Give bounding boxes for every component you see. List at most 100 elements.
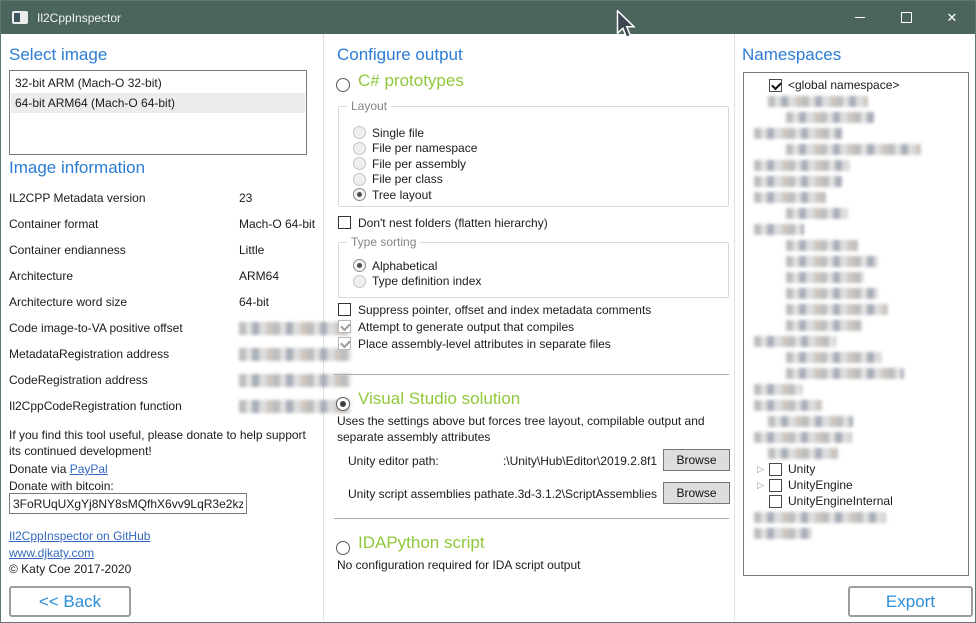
redacted-value (239, 400, 351, 413)
namespace-row[interactable] (744, 221, 968, 237)
namespace-row[interactable] (744, 189, 968, 205)
layout-option[interactable]: File per class (339, 172, 728, 188)
unity-script-browse-button[interactable]: Browse (663, 482, 730, 504)
csharp-prototypes-radio[interactable] (336, 78, 350, 92)
visual-studio-radio[interactable] (336, 397, 350, 411)
image-info-heading: Image information (9, 158, 145, 178)
namespace-label: UnityEngine (788, 478, 853, 492)
image-info-label: MetadataRegistration address (9, 347, 169, 361)
namespace-row[interactable]: UnityEngineInternal (744, 493, 968, 509)
layout-option[interactable]: File per namespace (339, 141, 728, 157)
checkbox[interactable] (338, 337, 351, 350)
namespace-row[interactable]: ▷Unity (744, 461, 968, 477)
namespace-tree[interactable]: <global namespace> ▷Unity▷ UnityEngineUnit… (743, 72, 969, 576)
namespace-row[interactable] (744, 333, 968, 349)
layout-option[interactable]: Tree layout (339, 187, 728, 203)
namespace-row[interactable] (744, 173, 968, 189)
layout-radio[interactable] (353, 157, 366, 170)
website-link[interactable]: www.djkaty.com (9, 545, 94, 561)
layout-radio[interactable] (353, 173, 366, 186)
configure-output-heading: Configure output (337, 45, 463, 65)
namespace-row[interactable] (744, 301, 968, 317)
app-icon (12, 11, 28, 24)
redacted-namespace (768, 448, 838, 459)
visual-studio-label[interactable]: Visual Studio solution (358, 389, 520, 409)
idapython-label[interactable]: IDAPython script (358, 533, 485, 553)
bitcoin-address-input[interactable] (9, 493, 247, 514)
layout-radio[interactable] (353, 126, 366, 139)
namespace-row[interactable] (744, 125, 968, 141)
donate-via-line: Donate via PayPal (9, 461, 108, 477)
namespace-row[interactable] (744, 269, 968, 285)
image-info-label: CodeRegistration address (9, 373, 148, 387)
namespace-row[interactable]: ▷ UnityEngine (744, 477, 968, 493)
layout-radio[interactable] (353, 188, 366, 201)
namespace-row[interactable] (744, 205, 968, 221)
unity-editor-browse-button[interactable]: Browse (663, 449, 730, 471)
type-sorting-option-label: Alphabetical (372, 259, 437, 273)
layout-groupbox: Layout Single fileFile per namespaceFile… (338, 106, 729, 207)
csharp-prototypes-label[interactable]: C# prototypes (358, 71, 464, 91)
namespace-row[interactable] (744, 381, 968, 397)
image-info-label: Container format (9, 217, 98, 231)
option-checkbox-row[interactable]: Attempt to generate output that compiles (338, 318, 651, 335)
image-list-item[interactable]: 64-bit ARM64 (Mach-O 64-bit) (11, 93, 305, 113)
namespace-row[interactable] (744, 253, 968, 269)
option-checkbox-row[interactable]: Suppress pointer, offset and index metad… (338, 301, 651, 318)
layout-radio[interactable] (353, 142, 366, 155)
maximize-button[interactable] (883, 1, 929, 34)
minimize-button[interactable] (837, 1, 883, 34)
image-list-item[interactable]: 32-bit ARM (Mach-O 32-bit) (11, 73, 305, 93)
redacted-namespace (786, 240, 858, 251)
namespace-checkbox[interactable] (769, 463, 782, 476)
close-icon: ✕ (947, 10, 958, 26)
unity-editor-path-label: Unity editor path: (348, 453, 439, 469)
image-listbox[interactable]: 32-bit ARM (Mach-O 32-bit)64-bit ARM64 (… (9, 70, 307, 155)
namespace-checkbox[interactable] (769, 479, 782, 492)
flatten-checkbox-row[interactable]: Don't nest folders (flatten hierarchy) (338, 214, 548, 231)
namespace-row[interactable] (744, 141, 968, 157)
namespace-row[interactable] (744, 157, 968, 173)
flatten-checkbox[interactable] (338, 216, 351, 229)
type-sorting-option[interactable]: Alphabetical (339, 258, 728, 274)
namespace-row[interactable] (744, 397, 968, 413)
image-info-value: 64-bit (239, 295, 269, 309)
expander-icon[interactable]: ▷ (757, 477, 769, 493)
namespace-row[interactable] (744, 349, 968, 365)
select-image-heading: Select image (9, 45, 107, 65)
namespace-row[interactable] (744, 285, 968, 301)
namespace-row[interactable] (744, 525, 968, 541)
namespace-row[interactable] (744, 365, 968, 381)
namespace-row[interactable] (744, 317, 968, 333)
export-button[interactable]: Export (848, 586, 973, 617)
namespace-row[interactable] (744, 445, 968, 461)
expander-icon[interactable]: ▷ (757, 461, 769, 477)
namespace-row[interactable] (744, 429, 968, 445)
type-sorting-radio[interactable] (353, 259, 366, 272)
type-sorting-option[interactable]: Type definition index (339, 274, 728, 290)
layout-option[interactable]: Single file (339, 125, 728, 141)
namespace-checkbox[interactable] (769, 79, 782, 92)
namespace-checkbox[interactable] (769, 495, 782, 508)
checkbox[interactable] (338, 303, 351, 316)
type-sorting-groupbox: Type sorting AlphabeticalType definition… (338, 242, 729, 298)
titlebar[interactable]: Il2CppInspector ✕ (1, 1, 975, 34)
back-button[interactable]: << Back (9, 586, 131, 617)
option-checkbox-row[interactable]: Place assembly-level attributes in separ… (338, 335, 651, 352)
namespace-row[interactable]: <global namespace> (744, 77, 968, 93)
namespace-row[interactable] (744, 509, 968, 525)
namespace-row[interactable] (744, 93, 968, 109)
type-sorting-radio[interactable] (353, 275, 366, 288)
idapython-radio[interactable] (336, 541, 350, 555)
checkbox-label: Attempt to generate output that compiles (358, 320, 574, 334)
namespace-row[interactable] (744, 413, 968, 429)
namespace-row[interactable] (744, 237, 968, 253)
flatten-checkbox-label: Don't nest folders (flatten hierarchy) (358, 216, 548, 230)
close-button[interactable]: ✕ (929, 1, 975, 34)
layout-option[interactable]: File per assembly (339, 156, 728, 172)
redacted-namespace (786, 368, 904, 379)
github-link[interactable]: Il2CppInspector on GitHub (9, 528, 150, 544)
checkbox[interactable] (338, 320, 351, 333)
paypal-link[interactable]: PayPal (70, 462, 108, 476)
namespace-row[interactable] (744, 109, 968, 125)
